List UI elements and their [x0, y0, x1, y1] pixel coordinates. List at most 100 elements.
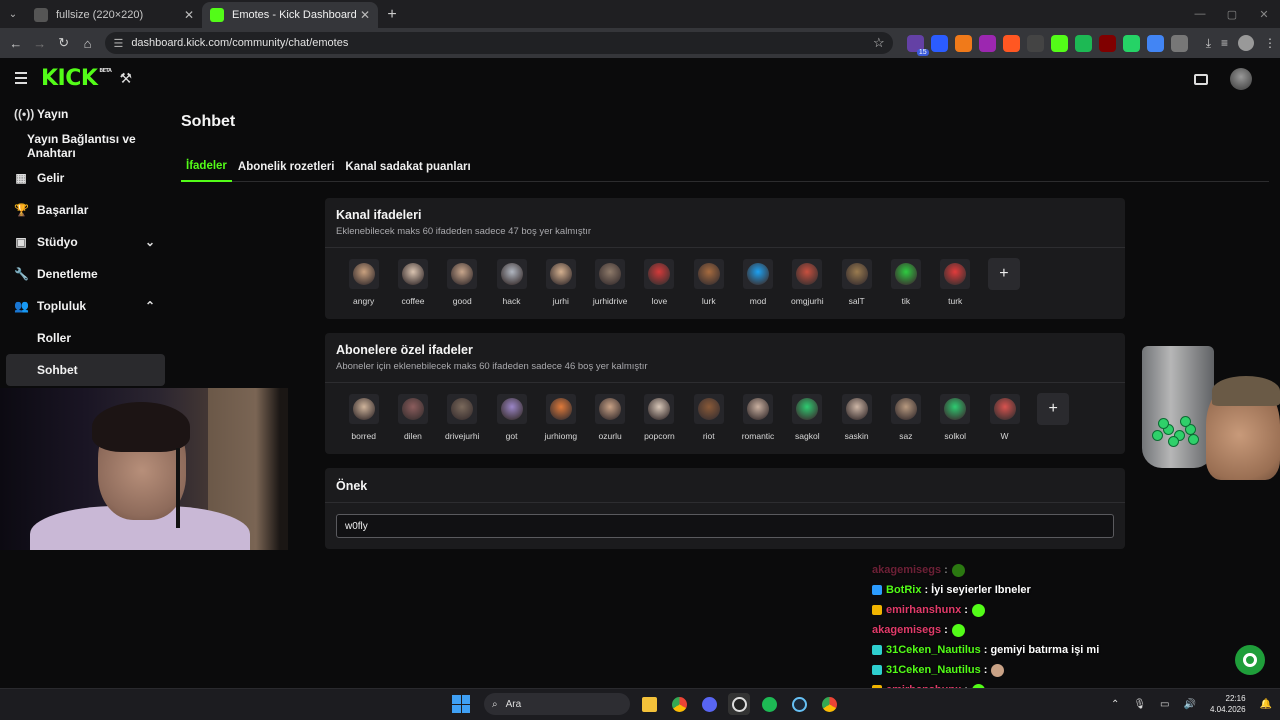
home-icon[interactable]: ⌂ — [76, 31, 100, 55]
tray-chevron-icon[interactable]: ⌃ — [1111, 699, 1119, 710]
fire-ext-icon[interactable] — [1002, 34, 1020, 52]
sidebar-item-yayin[interactable]: ((•)) Yayın — [0, 98, 175, 130]
emote-item[interactable]: popcorn — [635, 394, 684, 441]
emote-item[interactable]: solkol — [931, 394, 980, 441]
mic-icon[interactable]: 🎙 — [1133, 699, 1146, 710]
sidebar-item-studyo[interactable]: ▣ Stüdyo ⌄ — [0, 226, 175, 258]
site-info-icon[interactable]: ☰ — [113, 37, 123, 50]
emote-item[interactable]: hack — [487, 259, 536, 306]
system-clock[interactable]: 22:16 4.04.2026 — [1210, 693, 1246, 715]
chevron-down-icon[interactable]: ⌄ — [145, 235, 155, 249]
hamburger-menu-icon[interactable] — [15, 72, 27, 84]
emote-item[interactable]: jurhidrive — [585, 259, 634, 306]
reload-icon[interactable]: ↻ — [52, 31, 76, 55]
emote-item[interactable]: saskin — [832, 394, 881, 441]
chat-username[interactable]: akagemisegs — [872, 624, 941, 636]
network-icon[interactable]: ▭ — [1160, 699, 1169, 710]
emote-item[interactable]: got — [487, 394, 536, 441]
emote-item[interactable]: romantic — [733, 394, 782, 441]
ublock-ext-icon[interactable] — [1098, 34, 1116, 52]
windows-start-icon[interactable] — [452, 695, 470, 713]
chrome-icon[interactable] — [668, 693, 690, 715]
obs-icon[interactable] — [728, 693, 750, 715]
volume-icon[interactable]: 🔊 — [1184, 699, 1196, 710]
emote-item[interactable]: drivejurhi — [438, 394, 487, 441]
twitch-ext-icon[interactable]: 15 — [906, 34, 929, 56]
tab-search-dropdown[interactable]: ⌄ — [0, 0, 26, 28]
menu-kebab-icon[interactable]: ⋮ — [1264, 36, 1276, 50]
profile-avatar[interactable] — [1238, 35, 1255, 51]
new-tab-button[interactable]: + — [378, 2, 406, 28]
minimize-icon[interactable]: — — [1184, 0, 1216, 28]
green-ext-icon[interactable] — [1074, 34, 1092, 52]
tab-close-icon[interactable]: ✕ — [184, 8, 194, 22]
pen-ext-icon[interactable] — [930, 34, 948, 52]
prefix-input[interactable]: w0fly — [336, 514, 1114, 538]
emote-item[interactable]: tik — [881, 259, 930, 306]
back-icon[interactable]: ← — [4, 31, 28, 55]
add-emote-button[interactable]: + — [1037, 393, 1070, 425]
tab-close-icon[interactable]: ✕ — [360, 8, 370, 22]
chat-username[interactable]: BotRix — [886, 584, 921, 596]
notification-icon[interactable]: 🔔 — [1260, 699, 1272, 710]
chat-username[interactable]: 31Ceken_Nautilus — [886, 664, 981, 676]
sidebar-item-topluluk[interactable]: 👥 Topluluk ⌃ — [0, 290, 175, 322]
tab-ifadeler[interactable]: İfadeler — [181, 152, 232, 182]
support-chat-button[interactable] — [1235, 645, 1265, 675]
emote-item[interactable]: sagkol — [783, 394, 832, 441]
steam-icon[interactable] — [788, 693, 810, 715]
emote-item[interactable]: jurhi — [536, 259, 585, 306]
address-bar[interactable]: ☰ dashboard.kick.com/community/chat/emot… — [105, 32, 893, 54]
puzzle-ext-icon[interactable] — [1170, 34, 1188, 52]
live-camera-icon[interactable] — [1194, 73, 1208, 85]
sidebar-item-sohbet[interactable]: Sohbet — [6, 354, 165, 386]
add-emote-button[interactable]: + — [987, 258, 1020, 290]
hammer-icon[interactable]: ⚒ — [119, 70, 132, 87]
maximize-icon[interactable]: ▢ — [1216, 0, 1248, 28]
download-icon[interactable]: ⤓ — [1206, 36, 1211, 51]
emote-item[interactable]: love — [635, 259, 684, 306]
sidebar-item-gelir[interactable]: ▦ Gelir — [0, 162, 175, 194]
user-avatar[interactable] — [1230, 68, 1252, 90]
emote-item[interactable]: omgjurhi — [783, 259, 832, 306]
emote-item[interactable]: dilen — [388, 394, 437, 441]
sidebar-item-roller[interactable]: Roller — [0, 322, 175, 354]
forward-icon[interactable]: → — [28, 31, 52, 55]
emote-item[interactable]: mod — [733, 259, 782, 306]
sidebar-item-basarilar[interactable]: 🏆 Başarılar — [0, 194, 175, 226]
honey-ext-icon[interactable] — [954, 34, 972, 52]
chat-username[interactable]: akagemisegs — [872, 564, 941, 576]
emote-item[interactable]: riot — [684, 394, 733, 441]
emote-item[interactable]: salT — [832, 259, 881, 306]
close-window-icon[interactable]: ✕ — [1248, 0, 1280, 28]
emote-item[interactable]: coffee — [388, 259, 437, 306]
browser-tab-fullsize[interactable]: fullsize (220×220) ✕ — [26, 2, 202, 28]
emote-item[interactable]: W — [980, 394, 1029, 441]
chrome-2-icon[interactable] — [818, 693, 840, 715]
emote-item[interactable]: ozurlu — [585, 394, 634, 441]
emote-item[interactable]: lurk — [684, 259, 733, 306]
chat-username[interactable]: emirhanshunx — [886, 604, 961, 616]
taskbar-search[interactable]: ⌕ Ara — [484, 693, 630, 715]
dark-ext-icon[interactable] — [1026, 34, 1044, 52]
purple-ext-icon[interactable] — [978, 34, 996, 52]
file-explorer-icon[interactable] — [638, 693, 660, 715]
emote-item[interactable]: angry — [339, 259, 388, 306]
reading-list-icon[interactable]: ≡ — [1221, 36, 1228, 50]
emote-item[interactable]: turk — [931, 259, 980, 306]
emote-item[interactable]: saz — [881, 394, 930, 441]
kick-ext-icon[interactable] — [1050, 34, 1068, 52]
tab-abonelik-rozetleri[interactable]: Abonelik rozetleri — [233, 152, 340, 182]
chat-username[interactable]: 31Ceken_Nautilus — [886, 644, 981, 656]
tab-kanal-sadakat-puanlari[interactable]: Kanal sadakat puanları — [340, 152, 475, 182]
color-ext-icon[interactable] — [1146, 34, 1164, 52]
discord-icon[interactable] — [698, 693, 720, 715]
spotify-icon[interactable] — [758, 693, 780, 715]
whatsapp-ext-icon[interactable] — [1122, 34, 1140, 52]
bookmark-star-icon[interactable]: ☆ — [873, 35, 885, 51]
sidebar-item-stream-key[interactable]: Yayın Bağlantısı ve Anahtarı — [0, 130, 175, 162]
emote-item[interactable]: borred — [339, 394, 388, 441]
emote-item[interactable]: jurhiomg — [536, 394, 585, 441]
chevron-up-icon[interactable]: ⌃ — [145, 299, 155, 313]
emote-item[interactable]: good — [438, 259, 487, 306]
